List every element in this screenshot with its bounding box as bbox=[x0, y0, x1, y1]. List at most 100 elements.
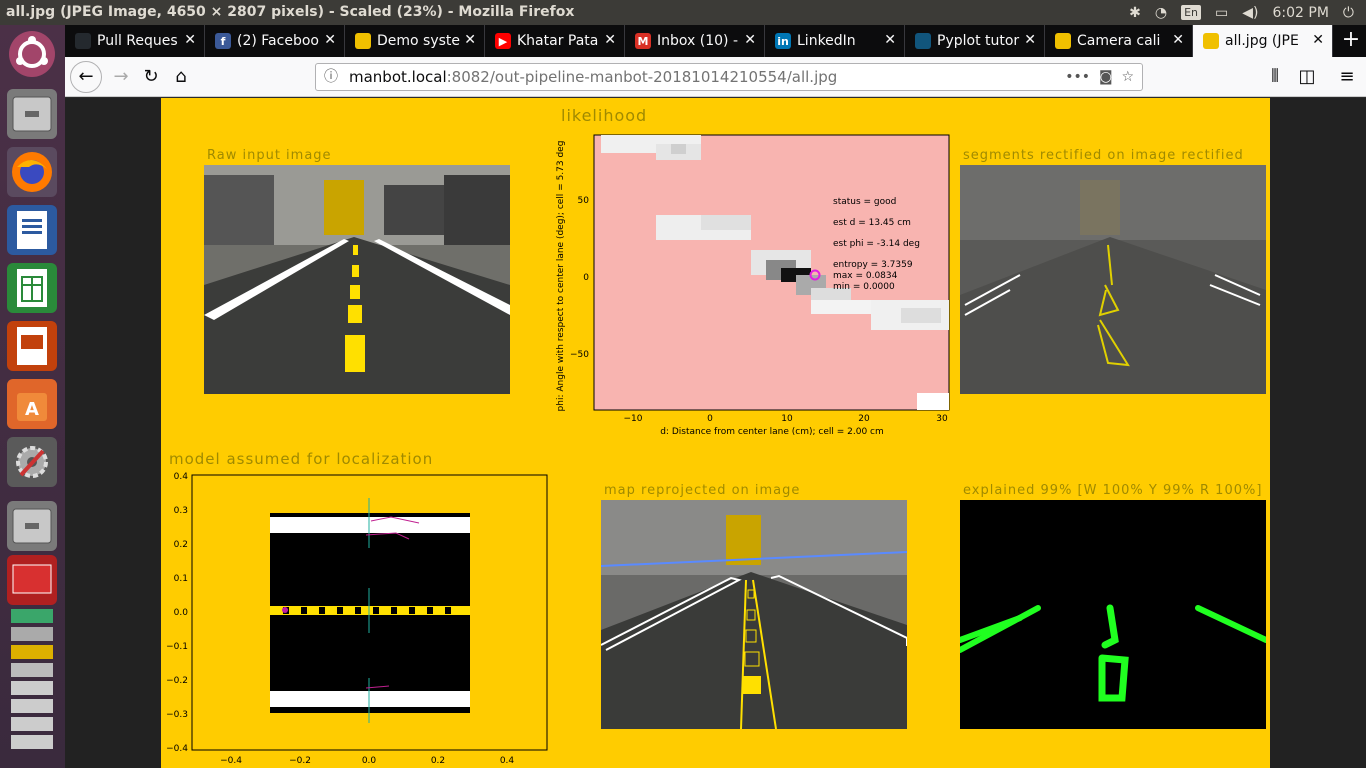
top-panel: all.jpg (JPEG Image, 4650 × 2807 pixels)… bbox=[0, 0, 1366, 25]
tab-youtube[interactable]: ▶ Khatar Pata ✕ bbox=[485, 25, 625, 57]
close-tab-icon[interactable]: ✕ bbox=[884, 32, 896, 48]
sidebar-icon[interactable]: ◫ bbox=[1293, 63, 1321, 91]
files-icon-2[interactable] bbox=[7, 501, 57, 551]
map-title: map reprojected on image bbox=[604, 483, 801, 498]
close-tab-icon[interactable]: ✕ bbox=[184, 32, 196, 48]
matplotlib-icon bbox=[915, 33, 931, 49]
duckietown-icon bbox=[1055, 33, 1071, 49]
url-text: manbot.local:8082/out-pipeline-manbot-20… bbox=[349, 64, 837, 90]
model-plot: 0.4 0.3 0.2 0.1 0.0 −0.1 −0.2 −0.3 −0.4 … bbox=[161, 472, 551, 768]
close-tab-icon[interactable]: ✕ bbox=[464, 32, 476, 48]
files-icon[interactable] bbox=[7, 89, 57, 139]
bookmark-star-icon[interactable]: ☆ bbox=[1121, 69, 1134, 85]
impress-icon[interactable] bbox=[7, 321, 57, 371]
back-button[interactable]: ← bbox=[70, 61, 102, 93]
system-settings-icon[interactable] bbox=[7, 437, 57, 487]
facebook-icon: f bbox=[215, 33, 231, 49]
keyboard-layout-indicator[interactable]: En bbox=[1181, 5, 1202, 20]
x-tick: 0.4 bbox=[500, 756, 515, 766]
raw-input-image bbox=[204, 165, 510, 394]
raw-input-title: Raw input image bbox=[207, 148, 332, 163]
status-annotation: status = good bbox=[833, 197, 896, 207]
window-title: all.jpg (JPEG Image, 4650 × 2807 pixels)… bbox=[6, 4, 575, 20]
url-bar[interactable]: ⓘ manbot.local:8082/out-pipeline-manbot-… bbox=[315, 63, 1143, 91]
clock[interactable]: 6:02 PM bbox=[1273, 5, 1329, 21]
url-host: manbot.local bbox=[349, 68, 447, 86]
image-viewport: Raw input image likelihood status = good… bbox=[65, 98, 1366, 768]
x-tick: −0.4 bbox=[220, 756, 242, 766]
writer-icon[interactable] bbox=[7, 205, 57, 255]
calc-icon[interactable] bbox=[7, 263, 57, 313]
system-tray: ✱ ◔ En ▭ ◀) 6:02 PM ⏻ bbox=[1129, 0, 1366, 25]
pocket-icon[interactable]: ◙ bbox=[1099, 69, 1113, 85]
menu-icon[interactable]: ≡ bbox=[1333, 63, 1361, 91]
close-tab-icon[interactable]: ✕ bbox=[1024, 32, 1036, 48]
gmail-icon: M bbox=[635, 33, 651, 49]
reload-button[interactable]: ↻ bbox=[137, 63, 165, 91]
segments-title: segments rectified on image rectified bbox=[963, 148, 1244, 163]
tab-demo-system[interactable]: Demo syste ✕ bbox=[345, 25, 485, 57]
library-icon[interactable]: ⫴ bbox=[1261, 63, 1289, 91]
x-tick: −10 bbox=[624, 414, 643, 424]
volume-icon[interactable]: ◀) bbox=[1242, 5, 1258, 21]
forward-button[interactable]: → bbox=[107, 63, 135, 91]
page-actions: ••• ◙ ☆ bbox=[1065, 64, 1134, 90]
y-tick: 0.1 bbox=[174, 574, 188, 584]
y-tick: −0.2 bbox=[166, 676, 188, 686]
software-center-icon[interactable]: A bbox=[7, 379, 57, 429]
y-tick: 0.3 bbox=[174, 506, 188, 516]
map-reprojected-image bbox=[601, 500, 907, 729]
x-tick: 0.2 bbox=[431, 756, 445, 766]
image-icon bbox=[1203, 33, 1219, 49]
x-tick: 30 bbox=[936, 414, 948, 424]
pipeline-image[interactable]: Raw input image likelihood status = good… bbox=[161, 98, 1270, 768]
battery-icon[interactable]: ▭ bbox=[1215, 5, 1228, 21]
x-tick: 0 bbox=[707, 414, 713, 424]
launcher-stack[interactable] bbox=[7, 607, 57, 757]
workspace-switcher-icon[interactable] bbox=[7, 555, 57, 605]
tab-all-jpg[interactable]: all.jpg (JPE ✕ bbox=[1193, 25, 1333, 57]
close-tab-icon[interactable]: ✕ bbox=[1312, 32, 1324, 48]
x-tick: −0.2 bbox=[289, 756, 311, 766]
y-tick: −0.1 bbox=[166, 642, 188, 652]
tab-pull-requests[interactable]: Pull Reques ✕ bbox=[65, 25, 205, 57]
y-tick: −50 bbox=[570, 350, 589, 360]
settings-icon[interactable]: ✱ bbox=[1129, 5, 1141, 21]
close-tab-icon[interactable]: ✕ bbox=[324, 32, 336, 48]
y-tick: 0.0 bbox=[174, 608, 189, 618]
x-axis-label: d: Distance from center lane (cm); cell … bbox=[660, 427, 884, 437]
wifi-icon[interactable]: ◔ bbox=[1155, 5, 1167, 21]
site-info-icon[interactable]: ⓘ bbox=[324, 64, 338, 90]
tab-bar: Pull Reques ✕ f (2) Faceboo ✕ Demo syste ✕ ▶… bbox=[65, 25, 1366, 57]
close-tab-icon[interactable]: ✕ bbox=[744, 32, 756, 48]
page-actions-menu-icon[interactable]: ••• bbox=[1065, 69, 1090, 85]
model-title: model assumed for localization bbox=[169, 450, 434, 468]
navigation-bar: ← → ↻ ⌂ ⓘ manbot.local:8082/out-pipeline… bbox=[65, 57, 1366, 97]
likelihood-title: likelihood bbox=[561, 106, 648, 125]
y-tick: 0 bbox=[583, 273, 589, 283]
home-button[interactable]: ⌂ bbox=[167, 63, 195, 91]
min-annotation: min = 0.0000 bbox=[833, 282, 895, 292]
tab-inbox[interactable]: M Inbox (10) - ✕ bbox=[625, 25, 765, 57]
est-d-annotation: est d = 13.45 cm bbox=[833, 218, 911, 228]
new-tab-button[interactable]: + bbox=[1336, 25, 1366, 57]
linkedin-icon: in bbox=[775, 33, 791, 49]
firefox-icon[interactable] bbox=[7, 147, 57, 197]
x-tick: 20 bbox=[858, 414, 870, 424]
svg-text:A: A bbox=[25, 399, 39, 420]
tab-linkedin[interactable]: in LinkedIn ✕ bbox=[765, 25, 905, 57]
close-tab-icon[interactable]: ✕ bbox=[604, 32, 616, 48]
tab-facebook[interactable]: f (2) Faceboo ✕ bbox=[205, 25, 345, 57]
youtube-icon: ▶ bbox=[495, 33, 511, 49]
ubuntu-dash-icon[interactable] bbox=[9, 31, 55, 77]
explained-title: explained 99% [W 100% Y 99% R 100%] bbox=[963, 483, 1263, 498]
y-tick: 50 bbox=[578, 196, 590, 206]
close-tab-icon[interactable]: ✕ bbox=[1172, 32, 1184, 48]
est-phi-annotation: est phi = -3.14 deg bbox=[833, 239, 920, 249]
tab-camera-calibration[interactable]: Camera cali ✕ bbox=[1045, 25, 1193, 57]
explained-image bbox=[960, 500, 1266, 729]
power-icon[interactable]: ⏻ bbox=[1343, 5, 1354, 21]
entropy-annotation: entropy = 3.7359 bbox=[833, 260, 913, 270]
y-tick: 0.4 bbox=[174, 472, 189, 482]
tab-pyplot[interactable]: Pyplot tutor ✕ bbox=[905, 25, 1045, 57]
